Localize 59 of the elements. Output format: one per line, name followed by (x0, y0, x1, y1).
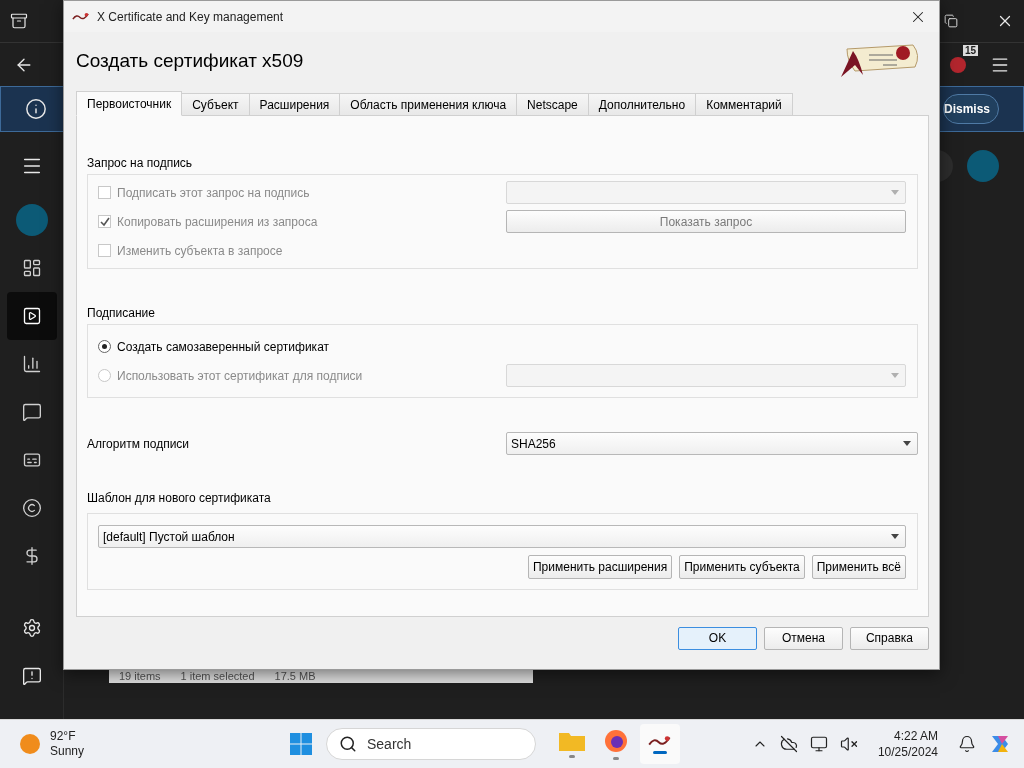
field-label: Алгоритм подписи (87, 436, 190, 451)
settings-icon (21, 618, 42, 638)
check-icon (99, 216, 110, 227)
dialog-heading: Создать сертификат x509 (76, 50, 304, 72)
weather-condition: Sunny (50, 744, 85, 760)
dashboard-icon (21, 258, 42, 278)
template-select[interactable]: [default] Пустой шаблон (98, 525, 906, 548)
dropdown-caret-icon (891, 534, 899, 539)
comment-icon (21, 402, 42, 422)
archive-icon (10, 12, 28, 30)
monitor-icon (809, 735, 828, 754)
dropdown-caret-icon (903, 441, 911, 446)
algorithm-select[interactable]: SHA256 (506, 432, 918, 455)
tab[interactable]: Комментарий (695, 93, 793, 116)
info-icon (25, 98, 47, 120)
search-field[interactable]: Search (326, 728, 536, 761)
feedback-icon (21, 666, 42, 686)
dialog-button[interactable]: OK (678, 626, 757, 650)
taskbar-app[interactable] (640, 724, 680, 765)
tab[interactable]: Расширения (248, 93, 341, 116)
restore-icon (944, 14, 958, 28)
mute-icon (839, 735, 858, 754)
section-title: Шаблон для нового сертификата (87, 491, 272, 507)
tab[interactable]: Область применения ключа (339, 93, 518, 116)
status-text: 17.5 MB (274, 670, 316, 683)
status-text: 19 items (119, 670, 161, 683)
dropdown-caret-icon (891, 190, 899, 195)
sidebar-item[interactable] (6, 292, 57, 340)
dialog-button[interactable]: Отмена (764, 626, 843, 650)
play-icon (21, 306, 42, 326)
section-title: Подписание (87, 306, 156, 322)
clock-date: 10/25/2024 (877, 744, 938, 761)
section-title: Запрос на подпись (87, 156, 194, 172)
app-logo-icon (72, 12, 90, 21)
folder-icon (559, 730, 585, 751)
status-text: 1 item selected (180, 670, 255, 683)
sun-icon (20, 734, 40, 755)
search-icon (339, 735, 357, 754)
apply-button[interactable]: Применить расширения (528, 555, 673, 579)
dialog-button[interactable]: Справка (850, 626, 929, 650)
tab[interactable]: Субъект (181, 93, 250, 116)
clock-time: 4:22 AM (893, 728, 938, 745)
tab[interactable]: Первоисточник (76, 91, 183, 116)
tab[interactable]: Дополнительно (587, 93, 697, 116)
notification-count: 15 (962, 44, 978, 56)
copyright-icon (21, 498, 42, 518)
start-icon[interactable] (290, 733, 312, 756)
bell-icon (958, 735, 976, 754)
tab[interactable]: Netscape (516, 93, 589, 116)
temperature: 92°F (50, 729, 77, 745)
apply-button[interactable]: Применить всё (811, 555, 906, 579)
apply-button[interactable]: Применить субъекта (679, 555, 805, 579)
dismiss-button[interactable]: Dismiss (942, 94, 999, 124)
cloud-off-icon (779, 735, 798, 754)
chart-icon (21, 354, 42, 374)
app-logo-icon (648, 734, 672, 747)
window-title: X Certificate and Key management (97, 9, 285, 24)
dropdown-caret-icon (891, 373, 899, 378)
radio-option[interactable]: Создать самозаверенный сертификат (98, 335, 506, 358)
